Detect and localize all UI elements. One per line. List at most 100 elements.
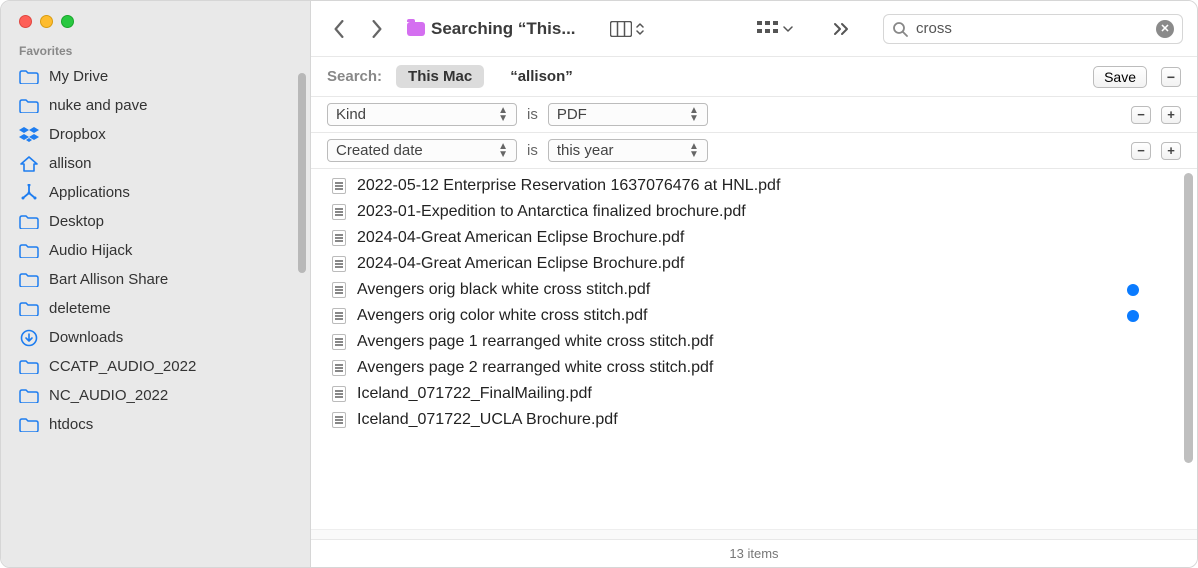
- sidebar-item[interactable]: Applications: [1, 178, 310, 207]
- add-criteria-button[interactable]: +: [1161, 106, 1181, 124]
- file-name: Avengers page 2 rearranged white cross s…: [357, 359, 1161, 377]
- add-criteria-button[interactable]: +: [1161, 142, 1181, 160]
- smart-folder-icon: [407, 22, 425, 36]
- criteria-attribute-dropdown[interactable]: Kind▲▼: [327, 103, 517, 126]
- criteria-list: Kind▲▼ is PDF▲▼ −+ Created date▲▼ is this year…: [311, 97, 1197, 169]
- file-row[interactable]: 2024-04-Great American Eclipse Brochure.…: [311, 251, 1181, 277]
- criteria-attribute-dropdown[interactable]: Created date▲▼: [327, 139, 517, 162]
- file-row[interactable]: Avengers orig color white cross stitch.p…: [311, 303, 1181, 329]
- remove-criteria-button[interactable]: −: [1131, 106, 1151, 124]
- pdf-file-icon: [331, 178, 347, 194]
- folder-icon: [19, 214, 39, 230]
- file-name: Avengers orig color white cross stitch.p…: [357, 307, 1117, 325]
- save-search-button[interactable]: Save: [1093, 66, 1147, 88]
- title-area: Searching “This...: [407, 19, 576, 39]
- search-icon: [892, 21, 908, 37]
- file-row[interactable]: Avengers page 2 rearranged white cross s…: [311, 355, 1181, 381]
- sidebar-item-label: NC_AUDIO_2022: [49, 387, 168, 404]
- clear-search-button[interactable]: ✕: [1156, 20, 1174, 38]
- file-name: Iceland_071722_FinalMailing.pdf: [357, 385, 1161, 403]
- folder-icon: [19, 243, 39, 259]
- remove-criteria-button[interactable]: −: [1131, 142, 1151, 160]
- group-by-button[interactable]: [751, 17, 799, 41]
- item-count: 13 items: [729, 546, 778, 561]
- file-row[interactable]: Avengers orig black white cross stitch.p…: [311, 277, 1181, 303]
- file-list[interactable]: 2022-05-12 Enterprise Reservation 163707…: [311, 169, 1181, 529]
- criteria-operator: is: [527, 142, 538, 159]
- file-name: 2022-05-12 Enterprise Reservation 163707…: [357, 177, 1161, 195]
- sidebar-item[interactable]: NC_AUDIO_2022: [1, 381, 310, 410]
- pdf-file-icon: [331, 412, 347, 428]
- file-name: 2023-01-Expedition to Antarctica finaliz…: [357, 203, 1161, 221]
- back-button[interactable]: [325, 15, 353, 43]
- tag-blue-icon: [1127, 284, 1139, 296]
- sidebar-item-label: deleteme: [49, 300, 111, 317]
- scope-this-mac[interactable]: This Mac: [396, 65, 484, 88]
- pdf-file-icon: [331, 204, 347, 220]
- pdf-file-icon: [331, 230, 347, 246]
- scope-current-folder[interactable]: “allison”: [498, 65, 585, 88]
- updown-caret-icon: [636, 22, 644, 36]
- file-row[interactable]: Iceland_071722_UCLA Brochure.pdf: [311, 407, 1181, 433]
- sidebar-scrollbar[interactable]: [298, 73, 306, 273]
- remove-search-button[interactable]: −: [1161, 67, 1181, 87]
- search-field[interactable]: ✕: [883, 14, 1183, 44]
- chevron-down-icon: [783, 25, 793, 33]
- search-input[interactable]: [916, 20, 1148, 37]
- dropbox-icon: [19, 127, 39, 143]
- toolbar: Searching “This... ✕: [311, 1, 1197, 57]
- folder-icon: [19, 69, 39, 85]
- sidebar-item[interactable]: My Drive: [1, 62, 310, 91]
- folder-icon: [19, 359, 39, 375]
- file-name: Avengers orig black white cross stitch.p…: [357, 281, 1117, 299]
- path-bar-placeholder: [311, 529, 1197, 539]
- file-row[interactable]: 2022-05-12 Enterprise Reservation 163707…: [311, 173, 1181, 199]
- criteria-value-dropdown[interactable]: PDF▲▼: [548, 103, 708, 126]
- sidebar-item[interactable]: Desktop: [1, 207, 310, 236]
- sidebar-item[interactable]: Bart Allison Share: [1, 265, 310, 294]
- sidebar-item[interactable]: htdocs: [1, 410, 310, 439]
- list-scrollbar[interactable]: [1181, 169, 1197, 529]
- folder-icon: [19, 417, 39, 433]
- main-panel: Searching “This... ✕ Search: Th: [311, 1, 1197, 567]
- sidebar-item[interactable]: allison: [1, 149, 310, 178]
- file-row[interactable]: 2023-01-Expedition to Antarctica finaliz…: [311, 199, 1181, 225]
- sidebar-item[interactable]: Dropbox: [1, 120, 310, 149]
- file-row[interactable]: 2024-04-Great American Eclipse Brochure.…: [311, 225, 1181, 251]
- sidebar-item-label: htdocs: [49, 416, 93, 433]
- sidebar-item-label: Audio Hijack: [49, 242, 132, 259]
- file-row[interactable]: Iceland_071722_FinalMailing.pdf: [311, 381, 1181, 407]
- download-icon: [19, 330, 39, 346]
- sidebar-item-label: allison: [49, 155, 92, 172]
- close-button[interactable]: [19, 15, 32, 28]
- window-title: Searching “This...: [431, 19, 576, 39]
- toolbar-overflow-button[interactable]: [827, 18, 855, 40]
- sidebar-item[interactable]: nuke and pave: [1, 91, 310, 120]
- pdf-file-icon: [331, 282, 347, 298]
- pdf-file-icon: [331, 308, 347, 324]
- pdf-file-icon: [331, 386, 347, 402]
- sidebar-item-label: CCATP_AUDIO_2022: [49, 358, 196, 375]
- sidebar-item-label: Dropbox: [49, 126, 106, 143]
- sidebar-item-label: Bart Allison Share: [49, 271, 168, 288]
- file-area: 2022-05-12 Enterprise Reservation 163707…: [311, 169, 1197, 529]
- criteria-value-dropdown[interactable]: this year▲▼: [548, 139, 708, 162]
- favorites-label: Favorites: [1, 38, 310, 62]
- status-bar: 13 items: [311, 539, 1197, 567]
- file-row[interactable]: Avengers page 1 rearranged white cross s…: [311, 329, 1181, 355]
- sidebar-item-label: Desktop: [49, 213, 104, 230]
- maximize-button[interactable]: [61, 15, 74, 28]
- minimize-button[interactable]: [40, 15, 53, 28]
- sidebar-item[interactable]: CCATP_AUDIO_2022: [1, 352, 310, 381]
- sidebar-item[interactable]: Audio Hijack: [1, 236, 310, 265]
- sidebar-item-label: nuke and pave: [49, 97, 147, 114]
- folder-icon: [19, 272, 39, 288]
- view-columns-button[interactable]: [604, 17, 650, 41]
- sidebar-list: My Drive nuke and pave Dropbox allison Appli…: [1, 62, 310, 567]
- search-scope-row: Search: This Mac “allison” Save −: [311, 57, 1197, 97]
- sidebar-item[interactable]: Downloads: [1, 323, 310, 352]
- criteria-operator: is: [527, 106, 538, 123]
- folder-icon: [19, 301, 39, 317]
- sidebar-item[interactable]: deleteme: [1, 294, 310, 323]
- forward-button[interactable]: [363, 15, 391, 43]
